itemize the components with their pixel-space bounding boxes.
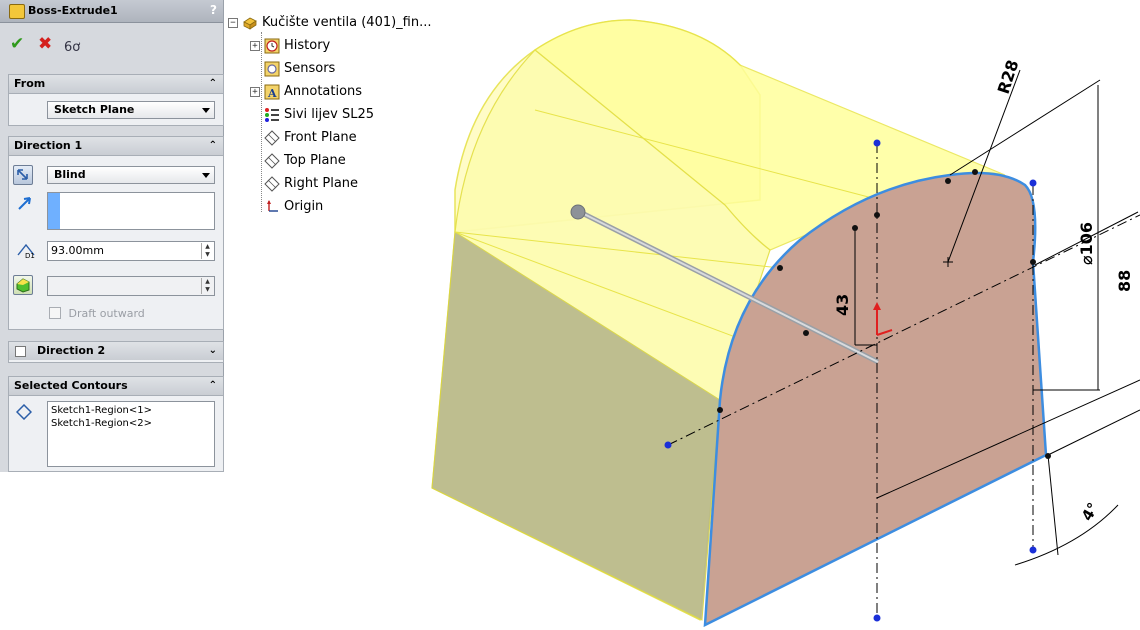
graphics-viewport[interactable]: R28 ⌀106 43 88 4° [420, 0, 1140, 628]
depth-spinner[interactable]: ▲ ▼ [201, 243, 213, 259]
part-icon [243, 17, 257, 30]
tree-item-material[interactable]: Sivi lijev SL25 [228, 106, 428, 124]
ok-button[interactable]: ✔ [10, 36, 24, 53]
help-icon[interactable]: ? [210, 3, 217, 17]
plane-icon [264, 130, 280, 146]
end-condition-combo[interactable]: Blind [47, 166, 215, 184]
direction1-group: Direction 1 ⌃ Blind D1 93.00mm ▲ ▼ ▲ ▼ D… [8, 136, 224, 330]
direction2-checkbox[interactable] [15, 346, 26, 357]
depth-value: 93.00mm [51, 244, 104, 257]
end-condition-value: Blind [54, 168, 86, 181]
tree-item-label: Sensors [284, 61, 336, 76]
direction2-group-header[interactable]: Direction 2 ⌄ [9, 342, 223, 360]
direction2-header-label: Direction 2 [37, 344, 106, 357]
svg-text:D1: D1 [25, 252, 35, 259]
contour-list-item[interactable]: Sketch1-Region<2> [51, 417, 211, 430]
sensors-icon [264, 61, 280, 77]
draft-angle-input[interactable]: ▲ ▼ [47, 276, 215, 296]
material-icon [265, 108, 279, 122]
contour-list-item[interactable]: Sketch1-Region<1> [51, 404, 211, 417]
from-start-combo[interactable]: Sketch Plane [47, 101, 215, 119]
cancel-button[interactable]: ✖ [38, 36, 52, 53]
collapse-root-icon[interactable]: − [228, 18, 238, 28]
tree-item-sensors[interactable]: Sensors [228, 60, 428, 78]
dim-width[interactable]: 88 [1115, 270, 1134, 292]
direction-of-extrusion-icon [18, 197, 31, 210]
dropdown-arrow-icon [202, 173, 210, 178]
pm-actions: ✔ ✖ 6ơ [0, 32, 223, 58]
feature-manager-tree: − Kučište ventila (401)_fin... + History… [228, 12, 448, 232]
tree-item-label: Annotations [284, 84, 363, 99]
tree-item-label: History [284, 38, 331, 53]
expand-annotations-icon[interactable]: + [250, 87, 260, 97]
tree-item-label: Origin [284, 199, 324, 214]
tree-root[interactable]: − Kučište ventila (401)_fin... [228, 14, 448, 32]
from-header-label: From [14, 77, 46, 90]
model-preview[interactable]: R28 ⌀106 43 88 4° [420, 0, 1140, 628]
depth-input[interactable]: 93.00mm ▲ ▼ [47, 241, 215, 261]
draft-angle-spinner[interactable]: ▲ ▼ [201, 278, 213, 294]
tree-item-label: Right Plane [284, 176, 359, 191]
arrow-handle[interactable] [570, 204, 586, 220]
draft-outward-row[interactable]: Draft outward [49, 307, 145, 321]
tree-item-label: Sivi lijev SL25 [284, 107, 374, 122]
selected-contours-header-label: Selected Contours [14, 379, 128, 392]
direction2-group: Direction 2 ⌄ [8, 341, 224, 363]
tree-item-front-plane[interactable]: Front Plane [228, 129, 428, 147]
contour-icon [16, 404, 32, 420]
pm-title-bar: Boss-Extrude1 ? [0, 0, 223, 23]
direction1-group-header[interactable]: Direction 1 ⌃ [9, 137, 223, 156]
dim-diameter[interactable]: ⌀106 [1077, 222, 1096, 265]
selected-contours-header[interactable]: Selected Contours ⌃ [9, 377, 223, 396]
svg-text:A: A [267, 87, 277, 100]
draft-toggle-button[interactable] [13, 275, 33, 295]
pm-title: Boss-Extrude1 [28, 4, 118, 17]
selected-contours-list[interactable]: Sketch1-Region<1> Sketch1-Region<2> [47, 401, 215, 467]
boss-extrude-icon [9, 4, 25, 19]
tree-item-top-plane[interactable]: Top Plane [228, 152, 428, 170]
tree-root-label: Kučište ventila (401)_fin... [262, 15, 432, 30]
tree-item-label: Front Plane [284, 130, 357, 145]
draft-outward-label: Draft outward [68, 307, 145, 320]
dropdown-arrow-icon [202, 108, 210, 113]
property-manager: Boss-Extrude1 ? ✔ ✖ 6ơ From ⌃ Sketch Pla… [0, 0, 224, 472]
dim-height[interactable]: 43 [833, 294, 852, 316]
reverse-direction-icon [17, 169, 28, 180]
tree-item-history[interactable]: + History [228, 37, 428, 55]
from-group: From ⌃ Sketch Plane [8, 74, 224, 126]
plane-icon [264, 153, 280, 169]
dim-radius[interactable]: R28 [994, 57, 1023, 96]
depth-icon: D1 [17, 243, 35, 259]
annotations-icon: A [264, 84, 280, 100]
direction1-header-label: Direction 1 [14, 139, 83, 152]
origin-icon [267, 200, 278, 212]
tree-item-label: Top Plane [284, 153, 346, 168]
from-start-value: Sketch Plane [54, 103, 135, 116]
plane-icon [264, 176, 280, 192]
draft-outward-checkbox[interactable] [49, 307, 61, 319]
selection-active-marker [48, 193, 60, 229]
direction-selection-box[interactable] [47, 192, 215, 230]
expand-chevron-icon[interactable]: ⌄ [209, 342, 217, 360]
draft-icon [16, 278, 30, 293]
collapse-chevron-icon[interactable]: ⌃ [209, 137, 217, 155]
collapse-chevron-icon[interactable]: ⌃ [209, 377, 217, 395]
tree-item-right-plane[interactable]: Right Plane [228, 175, 428, 193]
tree-item-annotations[interactable]: + A Annotations [228, 83, 428, 101]
selected-contours-group: Selected Contours ⌃ Sketch1-Region<1> Sk… [8, 376, 224, 472]
collapse-chevron-icon[interactable]: ⌃ [209, 75, 217, 93]
reverse-direction-button[interactable] [13, 165, 33, 185]
tree-item-origin[interactable]: Origin [228, 198, 428, 216]
detailed-preview-button[interactable]: 6ơ [64, 39, 80, 56]
history-icon [264, 38, 280, 54]
from-group-header[interactable]: From ⌃ [9, 75, 223, 94]
dim-angle[interactable]: 4° [1078, 499, 1103, 524]
expand-history-icon[interactable]: + [250, 41, 260, 51]
